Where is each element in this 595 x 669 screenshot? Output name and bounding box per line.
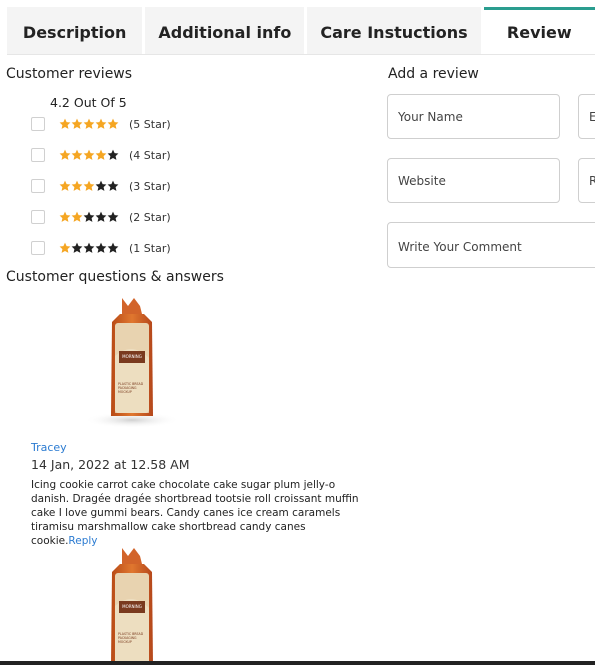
rating-input[interactable] [578,158,595,203]
star-rating [59,149,119,161]
rating-label: (1 Star) [129,241,171,255]
star-empty-icon [71,242,83,254]
email-input[interactable] [578,94,595,139]
star-filled-icon [83,149,95,161]
star-filled-icon [71,149,83,161]
star-filled-icon [83,118,95,130]
tab-description[interactable]: Description [7,7,143,54]
star-empty-icon [95,242,107,254]
tab-divider [7,54,595,55]
star-filled-icon [59,118,71,130]
star-filled-icon [95,118,107,130]
star-empty-icon [83,242,95,254]
product-image: MORNING PLASTIC BREAD PACKAGING MOCKUP [82,296,182,430]
rating-checkbox[interactable] [31,210,45,224]
bottom-border [0,661,595,665]
customer-reviews-heading: Customer reviews [6,66,133,82]
rating-label: (2 Star) [129,210,171,224]
rating-row-4-star[interactable]: (4 Star) [31,147,171,163]
tab-review[interactable]: Review [483,7,595,54]
star-rating [59,211,119,223]
rating-label: (4 Star) [129,148,171,162]
qa-author-link[interactable]: Tracey [31,441,67,454]
rating-row-2-star[interactable]: (2 Star) [31,209,171,225]
star-empty-icon [107,180,119,192]
rating-checkbox[interactable] [31,148,45,162]
qa-comment: Icing cookie carrot cake chocolate cake … [31,478,371,548]
svg-text:MORNING: MORNING [122,604,142,609]
star-filled-icon [107,118,119,130]
star-rating [59,242,119,254]
qa-date: 14 Jan, 2022 at 12.58 AM [31,457,190,472]
star-filled-icon [59,180,71,192]
rating-label: (5 Star) [129,117,171,131]
rating-label: (3 Star) [129,179,171,193]
rating-checkbox[interactable] [31,117,45,131]
star-empty-icon [95,211,107,223]
rating-checkbox[interactable] [31,179,45,193]
tab-bar: Description Additional info Care Instuct… [7,7,595,54]
star-empty-icon [95,180,107,192]
rating-row-5-star[interactable]: (5 Star) [31,116,171,132]
star-filled-icon [71,118,83,130]
star-filled-icon [59,149,71,161]
star-filled-icon [71,180,83,192]
rating-row-1-star[interactable]: (1 Star) [31,240,171,256]
svg-text:MORNING: MORNING [122,354,142,359]
star-empty-icon [107,211,119,223]
star-rating [59,118,119,130]
star-rating [59,180,119,192]
star-filled-icon [95,149,107,161]
star-filled-icon [83,180,95,192]
tab-care-instructions[interactable]: Care Instuctions [307,7,481,54]
star-empty-icon [83,211,95,223]
rating-checkbox[interactable] [31,241,45,255]
comment-textarea[interactable] [387,222,595,268]
website-input[interactable] [387,158,560,203]
customer-qa-heading: Customer questions & answers [6,269,224,285]
rating-row-3-star[interactable]: (3 Star) [31,178,171,194]
star-empty-icon [107,149,119,161]
star-empty-icon [107,242,119,254]
star-filled-icon [59,242,71,254]
rating-summary: 4.2 Out Of 5 [50,95,127,110]
star-filled-icon [59,211,71,223]
add-review-heading: Add a review [388,66,479,82]
name-input[interactable] [387,94,560,139]
tab-additional-info[interactable]: Additional info [145,7,305,54]
star-filled-icon [71,211,83,223]
product-image: MORNING PLASTIC BREAD PACKAGING MOCKUP [82,546,182,665]
